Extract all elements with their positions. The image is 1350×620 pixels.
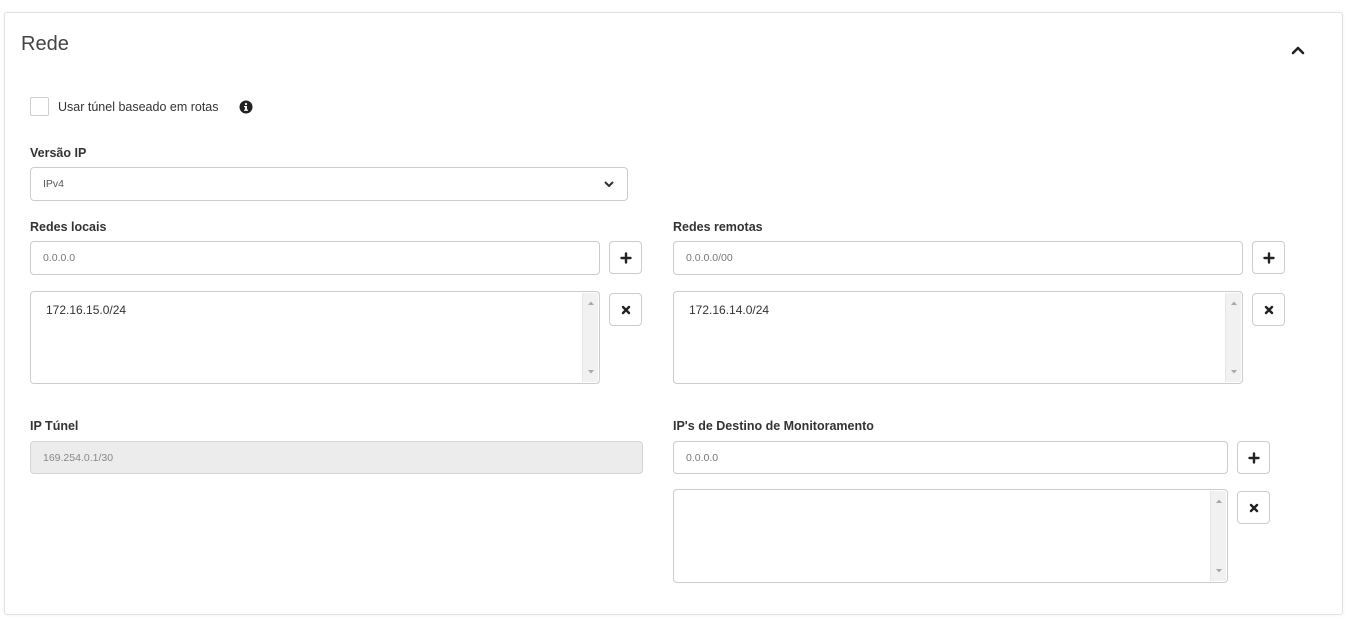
monitor-ips-label: IP's de Destino de Monitoramento — [673, 419, 874, 433]
remove-remote-network-button[interactable] — [1252, 293, 1285, 326]
scroll-up-icon[interactable] — [1230, 299, 1238, 307]
route-tunnel-checkbox[interactable] — [30, 97, 49, 116]
add-monitor-ip-button[interactable] — [1237, 441, 1270, 474]
scrollbar[interactable] — [582, 293, 598, 382]
tunnel-ip-label: IP Túnel — [30, 419, 79, 433]
add-remote-network-button[interactable] — [1252, 241, 1285, 274]
local-networks-label: Redes locais — [30, 220, 107, 234]
local-networks-list[interactable]: 172.16.15.0/24 — [30, 291, 600, 384]
plus-icon — [1262, 251, 1275, 264]
remove-local-network-button[interactable] — [609, 293, 642, 326]
section-title: Rede — [21, 33, 69, 55]
route-tunnel-label: Usar túnel baseado em rotas — [58, 100, 219, 114]
collapse-button[interactable] — [1286, 38, 1310, 62]
monitor-ips-placeholder: 0.0.0.0 — [686, 451, 719, 464]
plus-icon — [619, 251, 632, 264]
list-item[interactable]: 172.16.15.0/24 — [46, 303, 126, 317]
monitor-ips-list[interactable] — [673, 489, 1228, 583]
remote-networks-input[interactable]: 0.0.0.0/00 — [673, 241, 1243, 275]
monitor-ips-input[interactable]: 0.0.0.0 — [673, 441, 1228, 474]
scroll-down-icon[interactable] — [1215, 567, 1223, 575]
scroll-up-icon[interactable] — [1215, 497, 1223, 505]
times-icon — [1249, 503, 1258, 512]
ip-version-select[interactable]: IPv4 — [30, 167, 628, 201]
chevron-down-icon — [604, 181, 614, 187]
remove-monitor-ip-button[interactable] — [1237, 491, 1270, 524]
add-local-network-button[interactable] — [609, 241, 642, 274]
local-networks-placeholder: 0.0.0.0 — [43, 252, 76, 264]
scrollbar[interactable] — [1210, 491, 1226, 581]
remote-networks-label: Redes remotas — [673, 220, 763, 234]
list-item[interactable]: 172.16.14.0/24 — [689, 303, 769, 317]
ip-version-value: IPv4 — [43, 178, 65, 190]
remote-networks-list[interactable]: 172.16.14.0/24 — [673, 291, 1243, 384]
scroll-up-icon[interactable] — [587, 299, 595, 307]
times-icon — [1264, 305, 1273, 314]
scroll-down-icon[interactable] — [587, 368, 595, 376]
tunnel-ip-value: 169.254.0.1/30 — [43, 451, 114, 464]
tunnel-ip-field: 169.254.0.1/30 — [30, 441, 643, 474]
chevron-up-icon — [1291, 46, 1305, 55]
remote-networks-placeholder: 0.0.0.0/00 — [686, 252, 733, 264]
info-circle-icon[interactable] — [239, 100, 253, 114]
local-networks-input[interactable]: 0.0.0.0 — [30, 241, 600, 275]
plus-icon — [1247, 451, 1260, 464]
scroll-down-icon[interactable] — [1230, 368, 1238, 376]
scrollbar[interactable] — [1225, 293, 1241, 382]
times-icon — [621, 305, 630, 314]
ip-version-label: Versão IP — [30, 146, 87, 160]
